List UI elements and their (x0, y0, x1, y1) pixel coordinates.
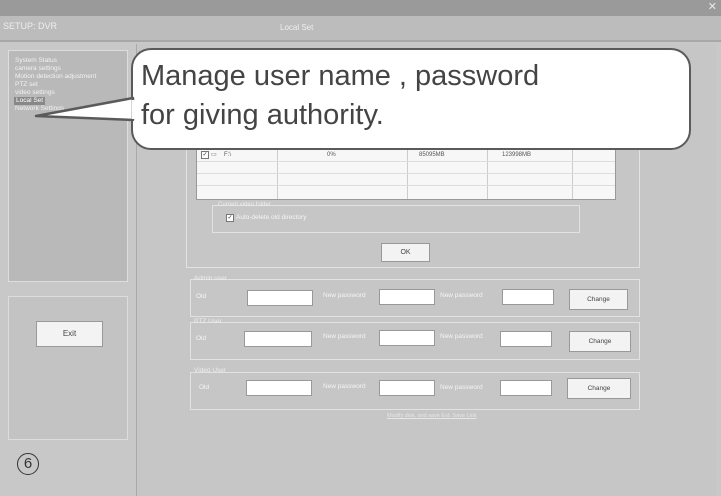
page-title: Local Set (280, 23, 314, 32)
disk-total-cell: 123998MB (502, 152, 532, 158)
header-bar: SETUP: DVR Local Set (0, 16, 721, 40)
disk-checkbox[interactable]: ✓ (201, 151, 209, 159)
sidebar-item-system-status[interactable]: System Status (15, 57, 57, 65)
video-new2-field[interactable] (500, 380, 552, 396)
disk-free-cell: 85095MB (419, 152, 445, 158)
video-new2-label: New password (440, 384, 483, 391)
footer-link[interactable]: Modify disk, and save Ext. Save Link (387, 413, 477, 419)
setup-label: SETUP: DVR (3, 21, 58, 31)
admin-change-button[interactable]: Change (569, 289, 628, 310)
exit-button[interactable]: Exit (36, 321, 103, 347)
auto-delete-checkbox[interactable]: ✓ (226, 214, 234, 222)
ptz-new2-label: New password (440, 333, 483, 340)
callout-line-2: for giving authority. (141, 99, 384, 131)
header-divider (0, 40, 721, 42)
admin-new-field[interactable] (379, 289, 435, 305)
video-user-title: Video User (194, 367, 227, 374)
video-old-field[interactable] (246, 380, 312, 396)
sidebar-item-ptz-set[interactable]: PTZ set (15, 81, 38, 89)
title-bar: ✕ (0, 0, 721, 16)
sidebar-item-motion-detection[interactable]: Motion detection adjustment (15, 73, 96, 81)
close-icon[interactable]: ✕ (708, 0, 717, 13)
step-number-badge: 6 (17, 453, 39, 475)
admin-new2-label: New password (440, 292, 483, 299)
video-change-button[interactable]: Change (567, 378, 631, 399)
admin-user-title: Admin user (194, 275, 227, 282)
auto-delete-label: Auto-delete old directory (236, 214, 307, 221)
admin-old-label: Old (196, 293, 207, 300)
current-folder-label: Current video folder (218, 202, 271, 208)
ptz-old-label: Old (196, 335, 207, 342)
callout-text: Manage user name , password for giving a… (141, 57, 539, 135)
callout-pointer (34, 96, 136, 122)
sidebar-item-camera-settings[interactable]: camera settings (15, 65, 61, 73)
admin-new2-field[interactable] (502, 289, 554, 305)
ptz-change-button[interactable]: Change (569, 331, 631, 352)
sidebar-menu: System Status camera settings Motion det… (8, 50, 128, 282)
sidebar-lower-panel (8, 296, 128, 440)
ptz-new-field[interactable] (379, 330, 435, 346)
disk-percent-cell: 0% (327, 152, 336, 158)
callout-line-1: Manage user name , password (141, 60, 540, 92)
ptz-old-field[interactable] (244, 331, 312, 347)
ptz-new-label: New password (323, 333, 366, 340)
disk-table: ✓ ▭ F:\ 0% 85095MB 123998MB (196, 146, 616, 200)
disk-drive-cell: F:\ (224, 152, 231, 158)
video-new-field[interactable] (379, 380, 435, 396)
drive-icon: ▭ (211, 152, 217, 158)
video-new-label: New password (323, 383, 366, 390)
ptz-new2-field[interactable] (500, 331, 552, 347)
video-old-label: Old (199, 384, 210, 391)
admin-new-label: New password (323, 292, 366, 299)
admin-old-field[interactable] (247, 290, 313, 306)
ptz-user-title: PTZ User (194, 318, 222, 325)
ok-button[interactable]: OK (381, 243, 430, 262)
